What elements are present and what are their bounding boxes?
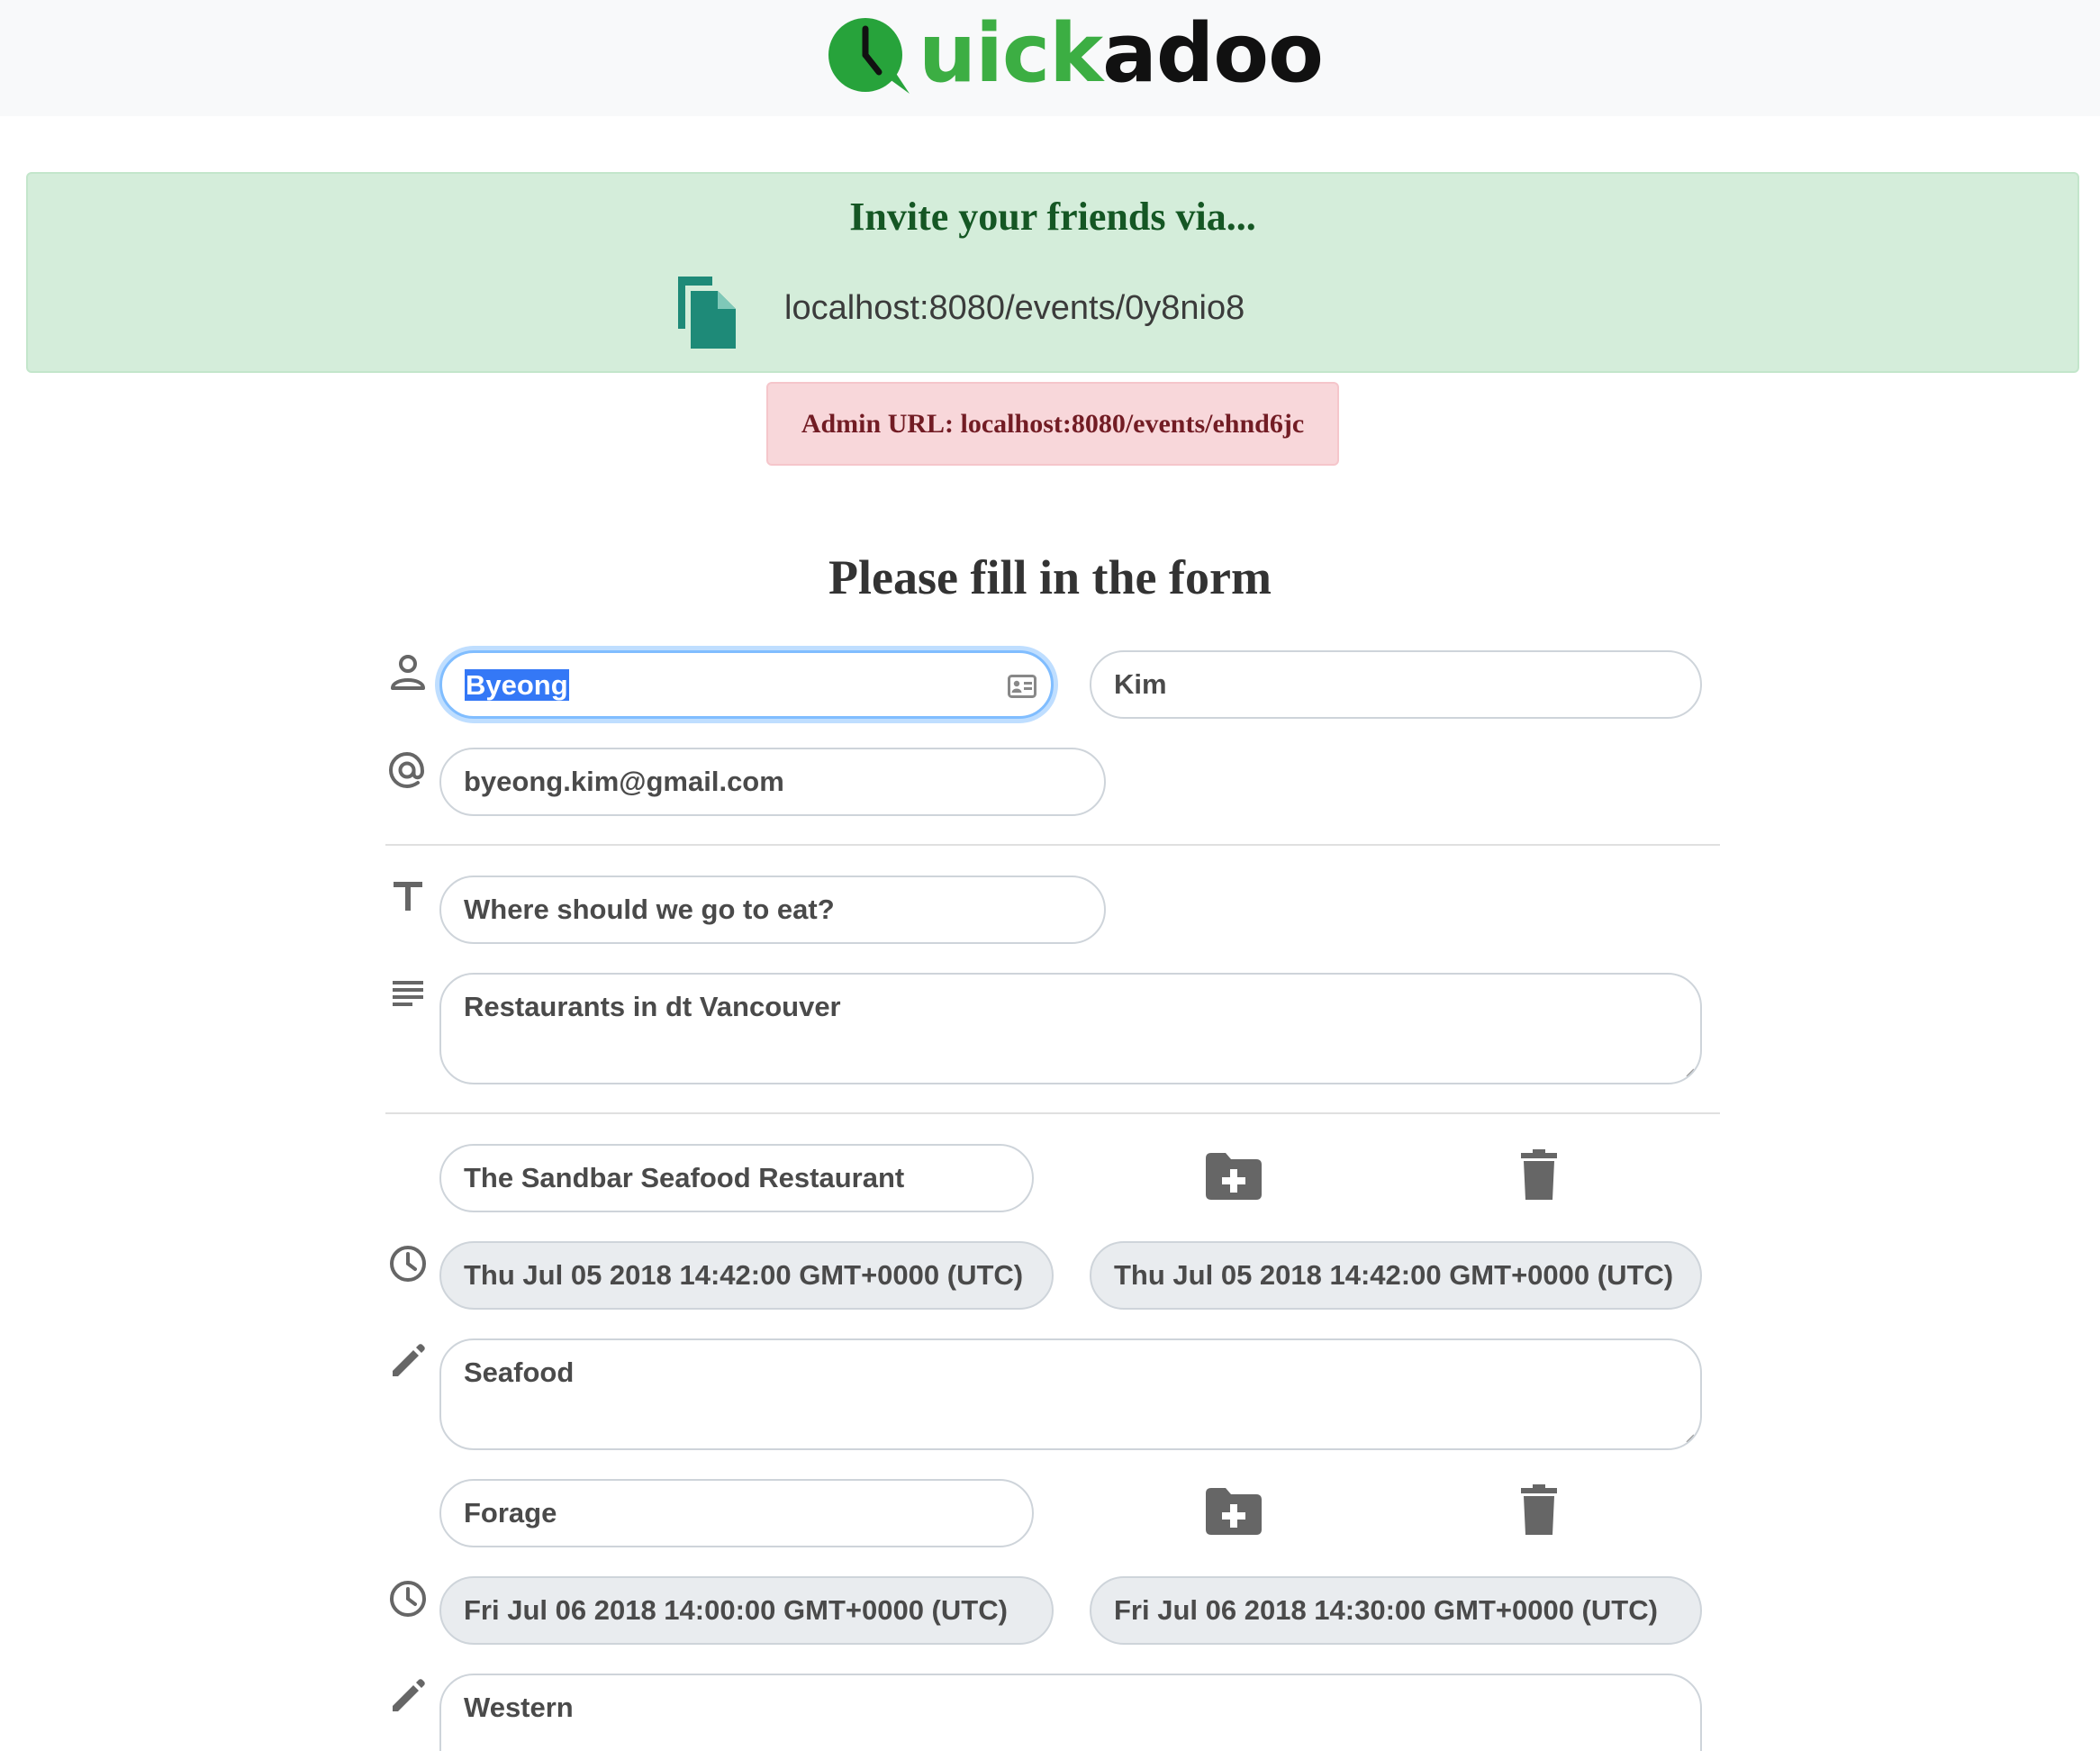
trash-icon[interactable]: [1521, 1149, 1557, 1200]
option-notes-textarea[interactable]: Seafood: [439, 1338, 1702, 1450]
person-icon: [391, 655, 425, 690]
divider: [385, 844, 1720, 846]
option-notes-textarea[interactable]: Western: [439, 1674, 1702, 1751]
text-title-icon: [394, 882, 422, 911]
top-bar: uickadoo: [0, 0, 2100, 116]
invite-alert: Invite your friends via... localhost:808…: [26, 172, 2079, 373]
description-lines-icon: [393, 981, 423, 1006]
clock-icon: [390, 1581, 426, 1617]
pencil-icon: [393, 1344, 425, 1376]
invite-url[interactable]: localhost:8080/events/0y8nio8: [784, 289, 1245, 328]
email-input[interactable]: byeong.kim@gmail.com: [439, 748, 1106, 816]
first-name-value: Byeong: [465, 669, 569, 701]
event-title-input[interactable]: Where should we go to eat?: [439, 876, 1106, 944]
event-description-value: Restaurants in dt Vancouver: [464, 991, 841, 1022]
copy-icon[interactable]: [673, 277, 738, 349]
resize-handle-icon[interactable]: [1684, 1066, 1695, 1077]
clock-icon: [390, 1246, 426, 1282]
option-end-time[interactable]: Thu Jul 05 2018 14:42:00 GMT+0000 (UTC): [1090, 1241, 1702, 1310]
contact-card-icon[interactable]: [1008, 675, 1036, 698]
event-description-textarea[interactable]: Restaurants in dt Vancouver: [439, 973, 1702, 1084]
invite-title: Invite your friends via...: [849, 195, 1256, 239]
resize-handle-icon[interactable]: [1684, 1432, 1695, 1443]
divider: [385, 1112, 1720, 1114]
option-start-time[interactable]: Thu Jul 05 2018 14:42:00 GMT+0000 (UTC): [439, 1241, 1054, 1310]
option-notes-value: Western: [464, 1692, 574, 1723]
option-name-input[interactable]: The Sandbar Seafood Restaurant: [439, 1144, 1034, 1212]
logo-wordmark-dark: adoo: [1102, 6, 1324, 101]
form-title: Please fill in the form: [828, 550, 1272, 604]
clock-logo-icon: [828, 18, 910, 94]
option-name-input[interactable]: Forage: [439, 1479, 1034, 1547]
add-folder-icon[interactable]: [1206, 1488, 1262, 1535]
pencil-icon: [393, 1679, 425, 1711]
first-name-input[interactable]: Byeong: [439, 650, 1054, 719]
at-sign-icon: [388, 751, 425, 789]
option-notes-value: Seafood: [464, 1356, 575, 1388]
last-name-input[interactable]: Kim: [1090, 650, 1702, 719]
logo-wordmark: uickadoo: [919, 6, 1324, 101]
option-start-time[interactable]: Fri Jul 06 2018 14:00:00 GMT+0000 (UTC): [439, 1576, 1054, 1645]
add-folder-icon[interactable]: [1206, 1153, 1262, 1200]
trash-icon[interactable]: [1521, 1484, 1557, 1535]
logo-wordmark-green: uick: [919, 6, 1103, 101]
option-end-time[interactable]: Fri Jul 06 2018 14:30:00 GMT+0000 (UTC): [1090, 1576, 1702, 1645]
admin-url-alert: Admin URL: localhost:8080/events/ehnd6jc: [766, 382, 1339, 466]
